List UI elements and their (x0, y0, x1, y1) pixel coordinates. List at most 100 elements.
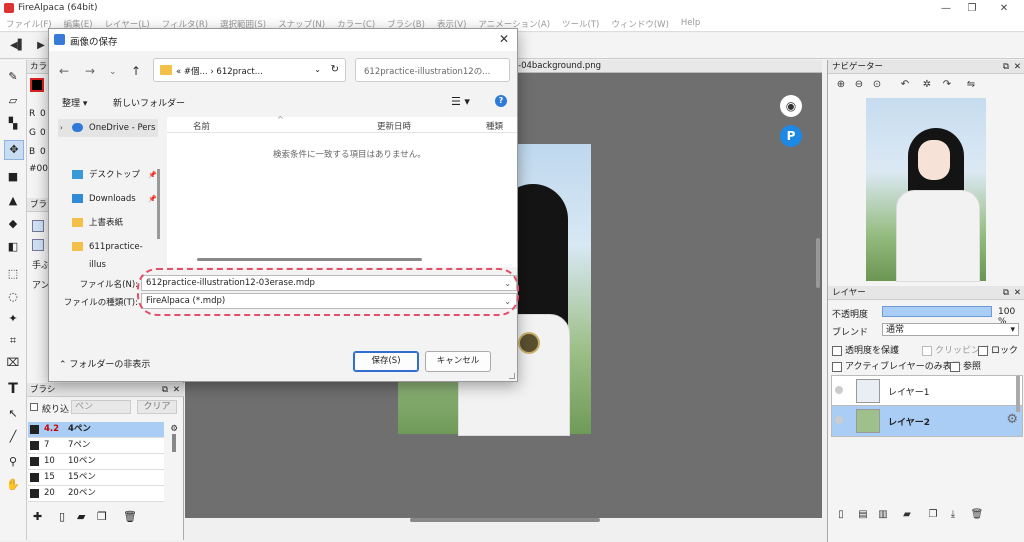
menu-window[interactable]: ウィンドウ(W) (605, 17, 675, 31)
brush-list-scrollbar[interactable] (172, 434, 176, 452)
lock-checkbox[interactable] (978, 345, 988, 356)
recent-chevron-icon[interactable]: ⌄ (109, 67, 117, 77)
primary-color-swatch[interactable] (30, 78, 44, 92)
new-8bit-layer-icon[interactable]: ▤ (856, 509, 870, 523)
hand-tool-icon[interactable]: ✋ (4, 476, 22, 494)
visibility-icon[interactable] (835, 386, 843, 394)
merge-down-icon[interactable]: ⤓ (946, 509, 960, 523)
help-icon[interactable]: ? (495, 95, 507, 107)
eraser-tool-icon[interactable]: ▱ (4, 92, 22, 110)
organize-button[interactable]: 整理 ▾ (62, 96, 87, 109)
zoom-out-icon[interactable]: ⊖ (852, 79, 866, 93)
protect-alpha-row[interactable]: 透明度を保護 (832, 343, 899, 356)
address-bar[interactable]: « #個... › 612pract... ⌄ ↻ (153, 58, 346, 82)
col-type[interactable]: 種類 (486, 120, 503, 132)
new-folder-button[interactable]: 新しいフォルダー (113, 96, 185, 109)
brush-item[interactable]: 15 15ペン (28, 470, 164, 486)
brush-item[interactable]: 10 10ペン (28, 454, 164, 470)
select-eraser-icon[interactable]: ⌧ (4, 354, 22, 372)
search-input[interactable]: 612practice-illustration12の... (364, 65, 490, 77)
zoom-fit-icon[interactable]: ⊙ (870, 79, 884, 93)
menu-help[interactable]: Help (675, 17, 706, 29)
pin-icon[interactable]: ⧉ (1003, 286, 1009, 300)
view-menu-icon[interactable]: ☰ ▾ (451, 95, 470, 108)
panel-close-icon[interactable]: ✕ (1014, 60, 1021, 74)
protect-checkbox[interactable] (832, 345, 842, 356)
magic-wand-icon[interactable]: ✦ (4, 310, 22, 328)
canvas-vscroll[interactable] (816, 238, 820, 288)
lock-row[interactable]: ロック (978, 343, 1018, 356)
text-tool-icon[interactable]: T (4, 380, 22, 398)
close-icon[interactable]: ✕ (499, 32, 509, 46)
brush-shape-icon-2[interactable] (32, 239, 44, 251)
chevron-right-icon[interactable]: › (60, 119, 63, 137)
filter-checkbox[interactable] (30, 403, 38, 411)
col-name[interactable]: 名前 (193, 120, 210, 132)
col-date[interactable]: 更新日時 (377, 120, 411, 132)
visibility-icon[interactable] (835, 416, 843, 424)
chevron-down-icon[interactable]: ⌄ (314, 65, 321, 74)
layer-scrollbar[interactable] (1016, 376, 1020, 412)
pin-icon[interactable]: 📌 (148, 190, 157, 208)
brush-item[interactable]: 4.2 4ペン ⚙ (28, 422, 178, 438)
trash-icon[interactable]: 🗑 (970, 509, 984, 523)
nav-folder[interactable]: 上書表紙 (58, 214, 158, 232)
gear-icon[interactable]: ⚙ (1006, 412, 1018, 427)
close-icon[interactable]: ✕ (994, 2, 1014, 15)
active-only-row[interactable]: アクティブレイヤーのみ表示 (832, 359, 961, 372)
gradient-tool-icon[interactable]: ▲ (4, 192, 22, 210)
nav-folder[interactable]: 611practice-illus (58, 238, 158, 270)
blend-select[interactable]: 通常 ▾ (882, 323, 1019, 336)
nav-desktop[interactable]: デスクトップ 📌 (58, 166, 158, 184)
forward-icon[interactable]: → (85, 64, 95, 78)
duplicate-layer-icon[interactable]: ❐ (926, 509, 940, 523)
operation-tool-icon[interactable]: ↖ (4, 405, 22, 423)
file-list[interactable]: 名前 ^ 更新日時 種類 検索条件に一致する項目はありません。 (167, 115, 517, 267)
canvas-hscroll[interactable] (410, 518, 600, 522)
menu-tool[interactable]: ツール(T) (556, 17, 605, 31)
dot-tool-icon[interactable]: ▚ (4, 115, 22, 133)
bucket-tool-icon[interactable]: ◆ (4, 215, 22, 233)
fill-rect-tool-icon[interactable]: ■ (4, 168, 22, 186)
next-frame-icon[interactable]: ▶ (34, 39, 48, 53)
rotate-reset-icon[interactable]: ✲ (920, 79, 934, 93)
filter-input[interactable]: ペン (71, 400, 131, 414)
maximize-icon[interactable]: ❐ (962, 2, 982, 15)
new-folder-icon[interactable]: ▰ (900, 509, 914, 523)
select-rect-icon[interactable]: ⬚ (4, 265, 22, 283)
gradient-fill-icon[interactable]: ◧ (4, 238, 22, 256)
clear-button[interactable]: クリア (137, 400, 177, 414)
brush-item[interactable]: 7 7ペン (28, 438, 164, 454)
minimize-icon[interactable]: — (936, 2, 956, 15)
hide-folders-toggle[interactable]: ⌃ フォルダーの非表示 (59, 357, 150, 370)
navigator-preview[interactable] (866, 98, 986, 282)
zoom-in-icon[interactable]: ⊕ (834, 79, 848, 93)
nav-onedrive[interactable]: › OneDrive - Pers (58, 119, 158, 137)
nav-scrollbar[interactable] (157, 169, 160, 239)
up-icon[interactable]: ↑ (131, 64, 141, 78)
search-box[interactable]: 612practice-illustration12の... (355, 58, 510, 82)
pixiv-icon[interactable]: P (780, 125, 802, 147)
new-1bit-layer-icon[interactable]: ▥ (876, 509, 890, 523)
rotate-right-icon[interactable]: ↷ (940, 79, 954, 93)
add-brush-icon[interactable]: ✚ (33, 510, 42, 523)
brush-shape-icon[interactable] (32, 220, 44, 232)
canvas-tab[interactable]: -04background.png (518, 61, 601, 71)
move-tool-icon[interactable]: ✥ (4, 140, 24, 160)
save-button[interactable]: 保存(S) (353, 351, 419, 372)
layer-item[interactable]: レイヤー1 (831, 375, 1023, 407)
panel-close-icon[interactable]: ✕ (1014, 286, 1021, 300)
divide-tool-icon[interactable]: ╱ (4, 428, 22, 446)
flip-icon[interactable]: ⇋ (964, 79, 978, 93)
rotate-left-icon[interactable]: ↶ (898, 79, 912, 93)
new-layer-icon[interactable]: ▯ (834, 509, 848, 523)
eyedropper-tool-icon[interactable]: ⚲ (4, 453, 22, 471)
reference-row[interactable]: 参照 (950, 359, 981, 372)
refresh-icon[interactable]: ↻ (331, 64, 339, 75)
file-list-hscroll[interactable] (197, 258, 422, 261)
panel-close-icon[interactable]: ✕ (173, 383, 180, 397)
pin-icon[interactable]: ⧉ (1003, 60, 1009, 74)
layer-item[interactable]: レイヤー2 ⚙ (831, 405, 1023, 437)
select-pen-icon[interactable]: ⌗ (4, 332, 22, 350)
reference-checkbox[interactable] (950, 361, 960, 372)
